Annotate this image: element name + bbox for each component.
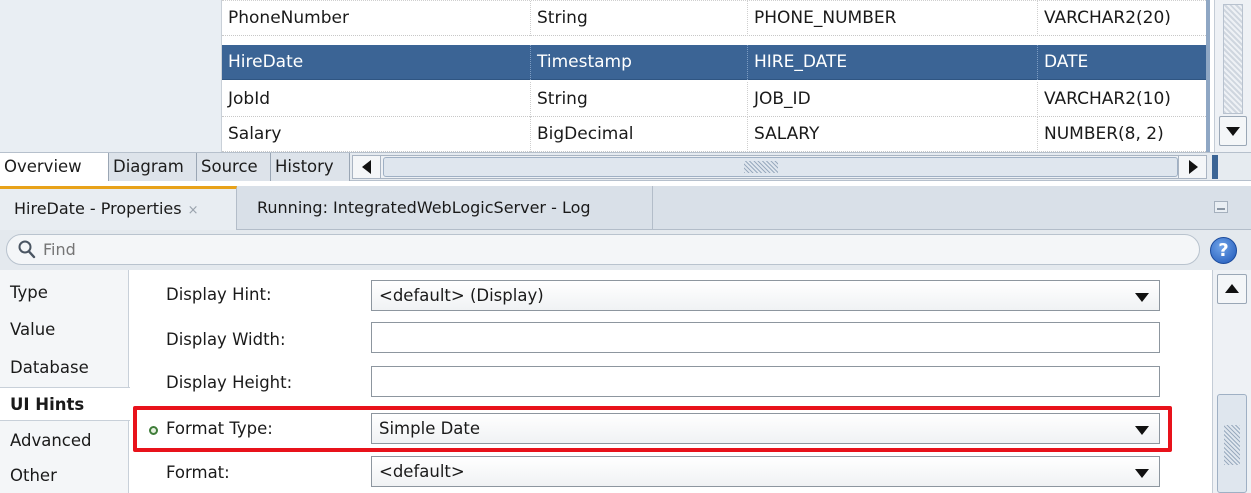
attribute-name-cell[interactable]: HireDate [222, 45, 531, 80]
chevron-down-icon[interactable] [1135, 293, 1149, 302]
scrollbar-track[interactable] [1223, 4, 1243, 114]
table-row[interactable]: JobId String JOB_ID VARCHAR2(10) [222, 82, 1210, 117]
scroll-down-button[interactable] [1219, 116, 1247, 146]
display-hint-label: Display Hint: [166, 285, 272, 304]
tab-properties[interactable]: HireDate - Properties × [0, 186, 237, 230]
modified-indicator-icon [149, 426, 158, 435]
column-name-cell[interactable]: HIRE_DATE [748, 45, 1038, 80]
column-name-cell[interactable]: SALARY [748, 117, 1038, 152]
table-row-selected[interactable]: HireDate Timestamp HIRE_DATE DATE [222, 45, 1210, 80]
scrollbar-thumb[interactable] [383, 157, 1178, 177]
format-select[interactable]: <default> [371, 456, 1160, 487]
nav-item-value[interactable]: Value [0, 313, 129, 347]
java-type-cell[interactable]: BigDecimal [531, 117, 748, 152]
tab-properties-label: HireDate - Properties [14, 199, 182, 218]
scrollbar-corner [1212, 155, 1218, 179]
display-width-label: Display Width: [166, 330, 286, 349]
table-horizontal-scrollbar[interactable] [352, 155, 1207, 179]
tab-overview[interactable]: Overview [0, 153, 109, 181]
scroll-up-button[interactable] [1217, 274, 1247, 304]
nav-item-ui-hints[interactable]: UI Hints [0, 387, 130, 421]
properties-vertical-scrollbar[interactable] [1212, 270, 1251, 493]
search-bar: ? [0, 230, 1251, 270]
tab-diagram[interactable]: Diagram [109, 153, 197, 181]
nav-item-advanced[interactable]: Advanced [0, 424, 129, 458]
close-icon[interactable]: × [188, 203, 199, 218]
format-value: <default> [379, 462, 465, 481]
attributes-table: PhoneNumber String PHONE_NUMBER VARCHAR2… [0, 0, 1251, 152]
format-label: Format: [166, 463, 230, 482]
tab-history[interactable]: History [271, 153, 350, 181]
chevron-down-icon [1226, 127, 1240, 136]
scrollbar-thumb[interactable] [1217, 394, 1247, 493]
scroll-right-button[interactable] [1178, 156, 1206, 178]
chevron-left-icon [362, 160, 371, 174]
tab-server-log[interactable]: Running: IntegratedWebLogicServer - Log [237, 186, 653, 230]
sql-type-cell[interactable]: DATE [1038, 45, 1210, 80]
nav-item-database[interactable]: Database [0, 351, 129, 385]
sql-type-cell[interactable]: VARCHAR2(10) [1038, 82, 1210, 117]
help-icon[interactable]: ? [1210, 237, 1237, 264]
property-editor: Type Value Database UI Hints Advanced Ot… [0, 270, 1251, 493]
attribute-name-cell[interactable]: Salary [222, 117, 531, 152]
column-name-cell[interactable]: JOB_ID [748, 82, 1038, 117]
display-width-field[interactable] [371, 322, 1160, 353]
table-vertical-scrollbar[interactable] [1214, 0, 1251, 152]
attribute-name-cell[interactable]: PhoneNumber [222, 1, 531, 36]
format-type-label: Format Type: [166, 419, 273, 438]
column-name-cell[interactable]: PHONE_NUMBER [748, 1, 1038, 36]
attribute-name-cell[interactable]: JobId [222, 82, 531, 117]
sql-type-cell[interactable]: NUMBER(8, 2) [1038, 117, 1210, 152]
search-icon [18, 240, 36, 259]
table-row-header-column [0, 0, 222, 152]
display-height-field[interactable] [371, 366, 1160, 397]
nav-item-type[interactable]: Type [0, 276, 129, 310]
chevron-down-icon[interactable] [1135, 426, 1149, 435]
java-type-cell[interactable]: String [531, 82, 748, 117]
format-type-select[interactable]: Simple Date [371, 413, 1160, 444]
panel-tab-bar: HireDate - Properties × Running: Integrat… [0, 186, 1251, 230]
tab-source[interactable]: Source [197, 153, 271, 181]
java-type-cell[interactable]: Timestamp [531, 45, 748, 80]
table-frame-edge [1206, 0, 1210, 152]
sql-type-cell[interactable]: VARCHAR2(20) [1038, 1, 1210, 36]
scrollbar-grip [1224, 425, 1240, 465]
display-hint-value: <default> (Display) [379, 286, 544, 305]
display-height-label: Display Height: [166, 373, 293, 392]
chevron-right-icon [1189, 160, 1198, 174]
table-row[interactable]: Salary BigDecimal SALARY NUMBER(8, 2) [222, 117, 1210, 152]
scroll-left-button[interactable] [353, 156, 381, 178]
property-category-nav: Type Value Database UI Hints Advanced Ot… [0, 270, 130, 493]
scrollbar-grip [744, 161, 778, 173]
table-row[interactable]: PhoneNumber String PHONE_NUMBER VARCHAR2… [222, 1, 1210, 36]
search-input[interactable] [6, 234, 1200, 265]
java-type-cell[interactable]: String [531, 1, 748, 36]
format-type-value: Simple Date [379, 419, 481, 438]
minimize-panel-button[interactable] [1214, 201, 1228, 213]
chevron-down-icon[interactable] [1135, 469, 1149, 478]
nav-item-other[interactable]: Other [0, 459, 129, 493]
display-hint-select[interactable]: <default> (Display) [371, 280, 1160, 311]
editor-tab-bar: Overview Diagram Source History [0, 152, 1251, 181]
chevron-up-icon [1225, 284, 1239, 293]
